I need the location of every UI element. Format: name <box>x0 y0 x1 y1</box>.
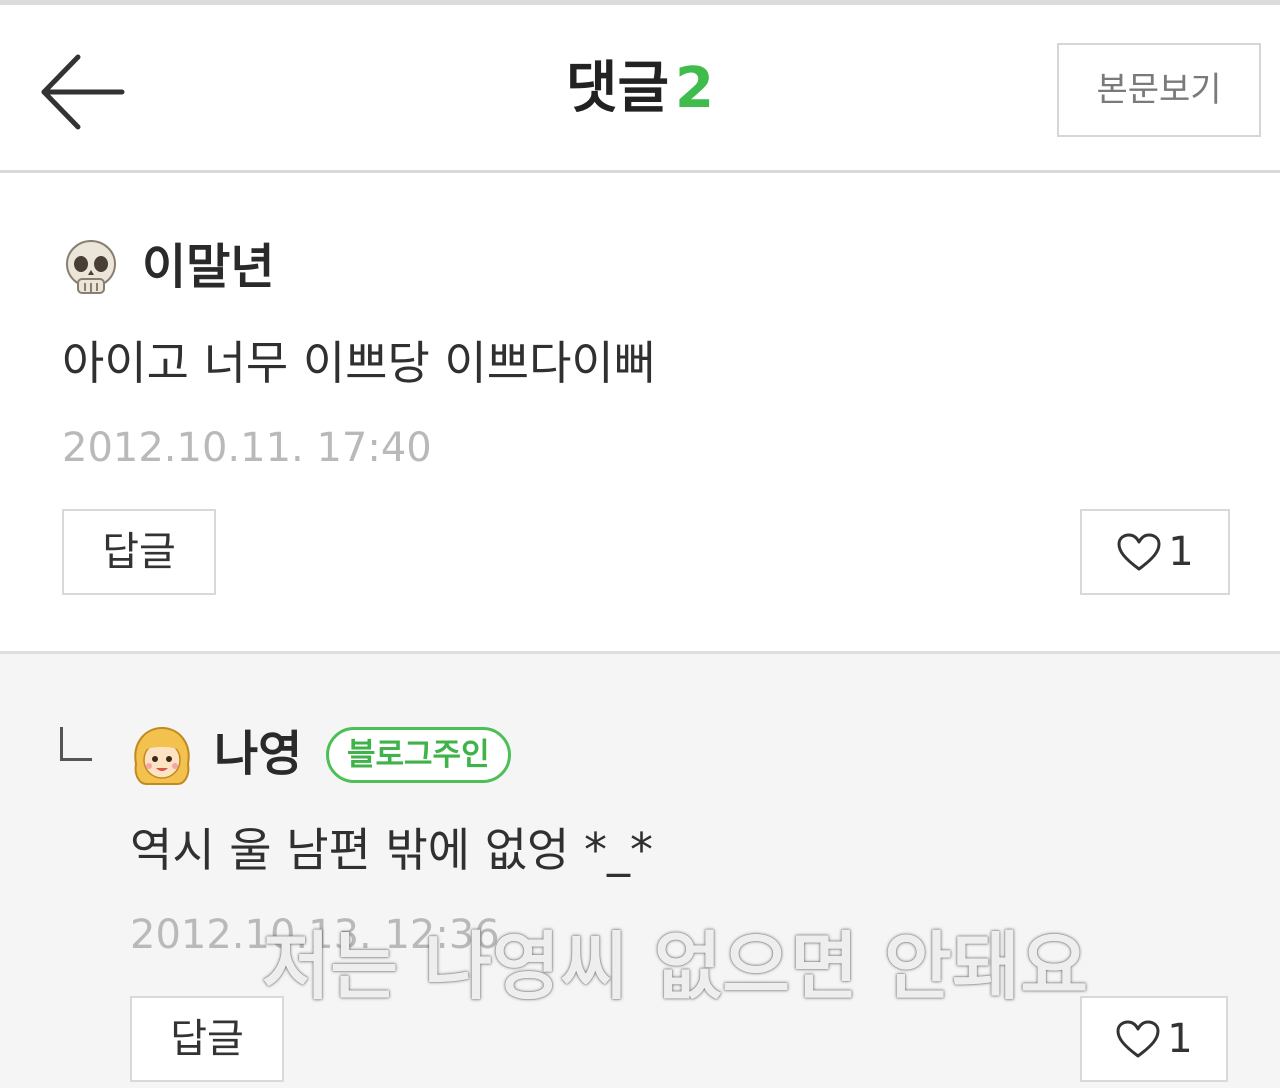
view-post-button[interactable]: 본문보기 <box>1057 43 1261 137</box>
page-title-label: 댓글 <box>565 56 670 121</box>
heart-icon <box>1117 533 1161 571</box>
comment-item: 이말년 아이고 너무 이쁘당 이쁘다이뻐 2012.10.11. 17:40 답… <box>0 173 1280 654</box>
comments-header: 댓글 2 본문보기 <box>0 5 1280 173</box>
reply-button[interactable]: 답글 <box>62 509 216 595</box>
heart-icon <box>1116 1020 1160 1058</box>
reply-button[interactable]: 답글 <box>130 996 284 1082</box>
comment-text: 역시 울 남편 밖에 없엉 *_* <box>130 823 653 877</box>
reply-indent-icon <box>60 727 92 761</box>
comment-author[interactable]: 이말년 <box>142 237 274 297</box>
like-count: 1 <box>1167 1016 1193 1062</box>
comment-text: 아이고 너무 이쁘당 이쁘다이뻐 <box>62 336 657 390</box>
comment-date: 2012.10.11. 17:40 <box>62 425 432 471</box>
reply-comment-item: 나영 블로그주인 역시 울 남편 밖에 없엉 *_* 2012.10.13. 1… <box>0 654 1280 1088</box>
like-button[interactable]: 1 <box>1080 509 1230 595</box>
skull-emoji-icon <box>66 240 116 294</box>
comment-count: 2 <box>675 56 714 121</box>
blonde-girl-emoji-icon <box>134 726 190 785</box>
like-count: 1 <box>1168 529 1194 575</box>
like-button[interactable]: 1 <box>1080 996 1228 1082</box>
comment-author[interactable]: 나영 <box>214 724 302 784</box>
blog-owner-badge: 블로그주인 <box>326 727 511 783</box>
video-subtitle-caption: 저는 나영씨 없으면 안돼요 <box>262 924 1089 1010</box>
